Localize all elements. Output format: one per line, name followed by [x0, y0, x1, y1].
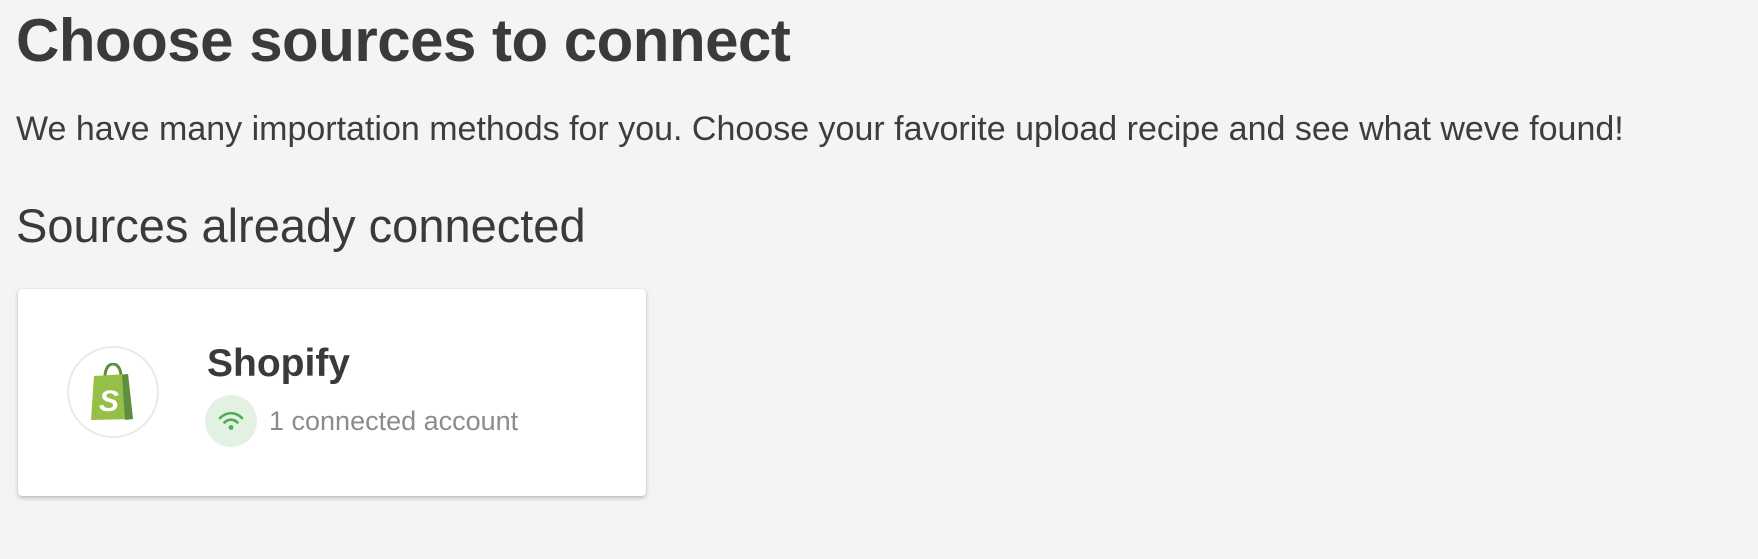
svg-text:S: S: [99, 385, 119, 418]
source-card-shopify[interactable]: S Shopify 1 connected account: [18, 289, 646, 496]
section-title-connected: Sources already connected: [16, 199, 586, 252]
shopify-bag-icon: S: [91, 363, 133, 420]
wifi-icon: [205, 395, 257, 447]
page: Choose sources to connect We have many i…: [16, 0, 1758, 559]
source-logo: S: [67, 346, 159, 438]
connection-status: 1 connected account: [205, 395, 518, 447]
connected-count-text: 1 connected account: [269, 406, 519, 436]
page-title: Choose sources to connect: [16, 7, 791, 74]
page-subtitle: We have many importation methods for you…: [16, 110, 1624, 148]
source-name: Shopify: [207, 342, 350, 385]
